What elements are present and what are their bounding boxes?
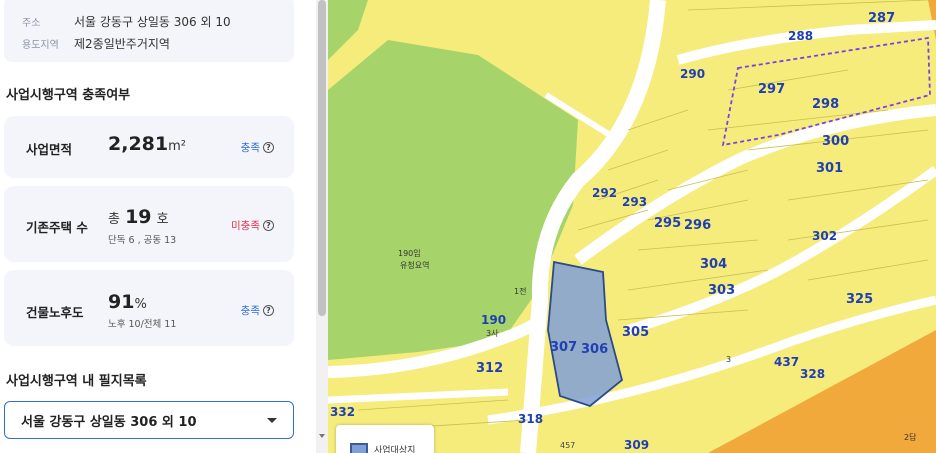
map-legend: 사업대상지 [336, 425, 434, 453]
map-label: 3사 [486, 329, 499, 338]
address-value: 서울 강동구 상일동 306 외 10 [74, 14, 231, 29]
aging-status-text: 충족 [240, 305, 260, 317]
houses-card: 기존주택 수 총 19 호 단독 6 , 공동 13 미충족 ? [4, 186, 294, 262]
aging-card: 건물노후도 91% 노후 10/전체 11 충족 ? [4, 270, 294, 346]
map-label: 305 [622, 325, 649, 340]
map-label: 3 [726, 355, 731, 364]
map-label: 292 [592, 186, 617, 200]
parcel-select-value: 서울 강동구 상일동 306 외 10 [21, 414, 197, 430]
houses-label: 기존주택 수 [26, 220, 88, 235]
scrollbar-thumb[interactable] [318, 0, 326, 316]
legend-label: 사업대상지 [374, 446, 416, 453]
area-label: 사업면적 [26, 142, 73, 157]
area-value: 2,281 [108, 133, 169, 155]
map-label: 300 [822, 134, 849, 149]
map-label: 190임 [398, 249, 421, 258]
cadastral-map[interactable]: 287 288 290 297 298 300 301 292 293 295 … [328, 0, 936, 453]
aging-label: 건물노후도 [26, 305, 84, 320]
help-icon[interactable]: ? [263, 305, 274, 316]
requirements-title: 사업시행구역 충족여부 [6, 88, 131, 103]
map-label: 302 [812, 229, 837, 243]
map-label: 287 [868, 11, 895, 26]
map-label: 298 [812, 97, 839, 112]
area-status-text: 충족 [240, 142, 260, 154]
panel-scrollbar[interactable] [316, 0, 328, 453]
area-value-group: 2,281m² [108, 133, 186, 155]
houses-detail: 단독 6 , 공동 13 [108, 235, 177, 246]
info-panel: 주소 서울 강동구 상일동 306 외 10 용도지역 제2종일반주거지역 사업… [0, 0, 316, 453]
aging-unit: % [134, 297, 147, 312]
map-label: 332 [330, 405, 355, 419]
area-card: 사업면적 2,281m² 충족 ? [4, 116, 294, 178]
map-label: 318 [518, 412, 543, 426]
map-label: 309 [624, 438, 649, 452]
commercial-zone-strip [928, 0, 936, 40]
map-label: 190 [481, 313, 506, 327]
houses-status-text: 미충족 [231, 220, 260, 232]
zone-row: 용도지역 제2종일반주거지역 [22, 32, 294, 54]
map-label: 295 [654, 216, 681, 231]
address-label: 주소 [22, 17, 41, 29]
area-status[interactable]: 충족 ? [241, 140, 274, 155]
chevron-down-icon [267, 417, 277, 423]
road-left-bottom [328, 388, 509, 404]
map-label: 1전 [514, 286, 526, 296]
map-label: 290 [680, 67, 705, 81]
scroll-down-icon[interactable] [319, 434, 325, 438]
zone-value: 제2종일반주거지역 [74, 36, 170, 51]
park-area-north [328, 0, 368, 60]
help-icon[interactable]: ? [263, 220, 274, 231]
map-label: 304 [700, 257, 727, 272]
parcel-list-title: 사업시행구역 내 필지목록 [6, 374, 147, 389]
parcel-select[interactable]: 서울 강동구 상일동 306 외 10 [4, 401, 294, 439]
zone-label: 용도지역 [22, 39, 59, 51]
map-label: 유청요역 [400, 260, 429, 270]
address-card: 주소 서울 강동구 상일동 306 외 10 용도지역 제2종일반주거지역 [4, 0, 294, 62]
map-label: 328 [800, 367, 825, 381]
map-label: 297 [758, 82, 785, 97]
map-canvas[interactable]: 287 288 290 297 298 300 301 292 293 295 … [328, 0, 936, 453]
area-unit: m² [168, 139, 186, 154]
map-label: 293 [622, 195, 647, 209]
map-label: 288 [788, 29, 813, 43]
address-row: 주소 서울 강동구 상일동 306 외 10 [22, 10, 294, 32]
houses-value-group: 총 19 호 [108, 206, 169, 228]
houses-value: 19 [125, 206, 152, 228]
road-east [574, 104, 936, 265]
aging-detail: 노후 10/전체 11 [108, 319, 177, 330]
map-label: 2답 [904, 432, 917, 442]
map-label: 303 [708, 283, 735, 298]
aging-status[interactable]: 충족 ? [241, 303, 274, 318]
map-label: 457 [560, 441, 575, 450]
commercial-zone [708, 330, 936, 453]
help-icon[interactable]: ? [263, 142, 274, 153]
aging-value: 91 [108, 291, 135, 313]
map-label: 312 [476, 361, 503, 376]
project-target-area [547, 260, 624, 408]
map-label: 301 [816, 161, 843, 176]
houses-prefix: 총 [108, 212, 120, 227]
houses-status[interactable]: 미충족 ? [231, 218, 274, 233]
aging-value-group: 91% [108, 291, 147, 313]
houses-unit: 호 [156, 212, 169, 227]
legend-swatch [350, 443, 368, 453]
map-label: 306 [581, 342, 608, 357]
map-label: 296 [684, 218, 711, 233]
map-label: 437 [774, 355, 799, 369]
map-label: 307 [550, 340, 577, 355]
map-label: 325 [846, 292, 873, 307]
